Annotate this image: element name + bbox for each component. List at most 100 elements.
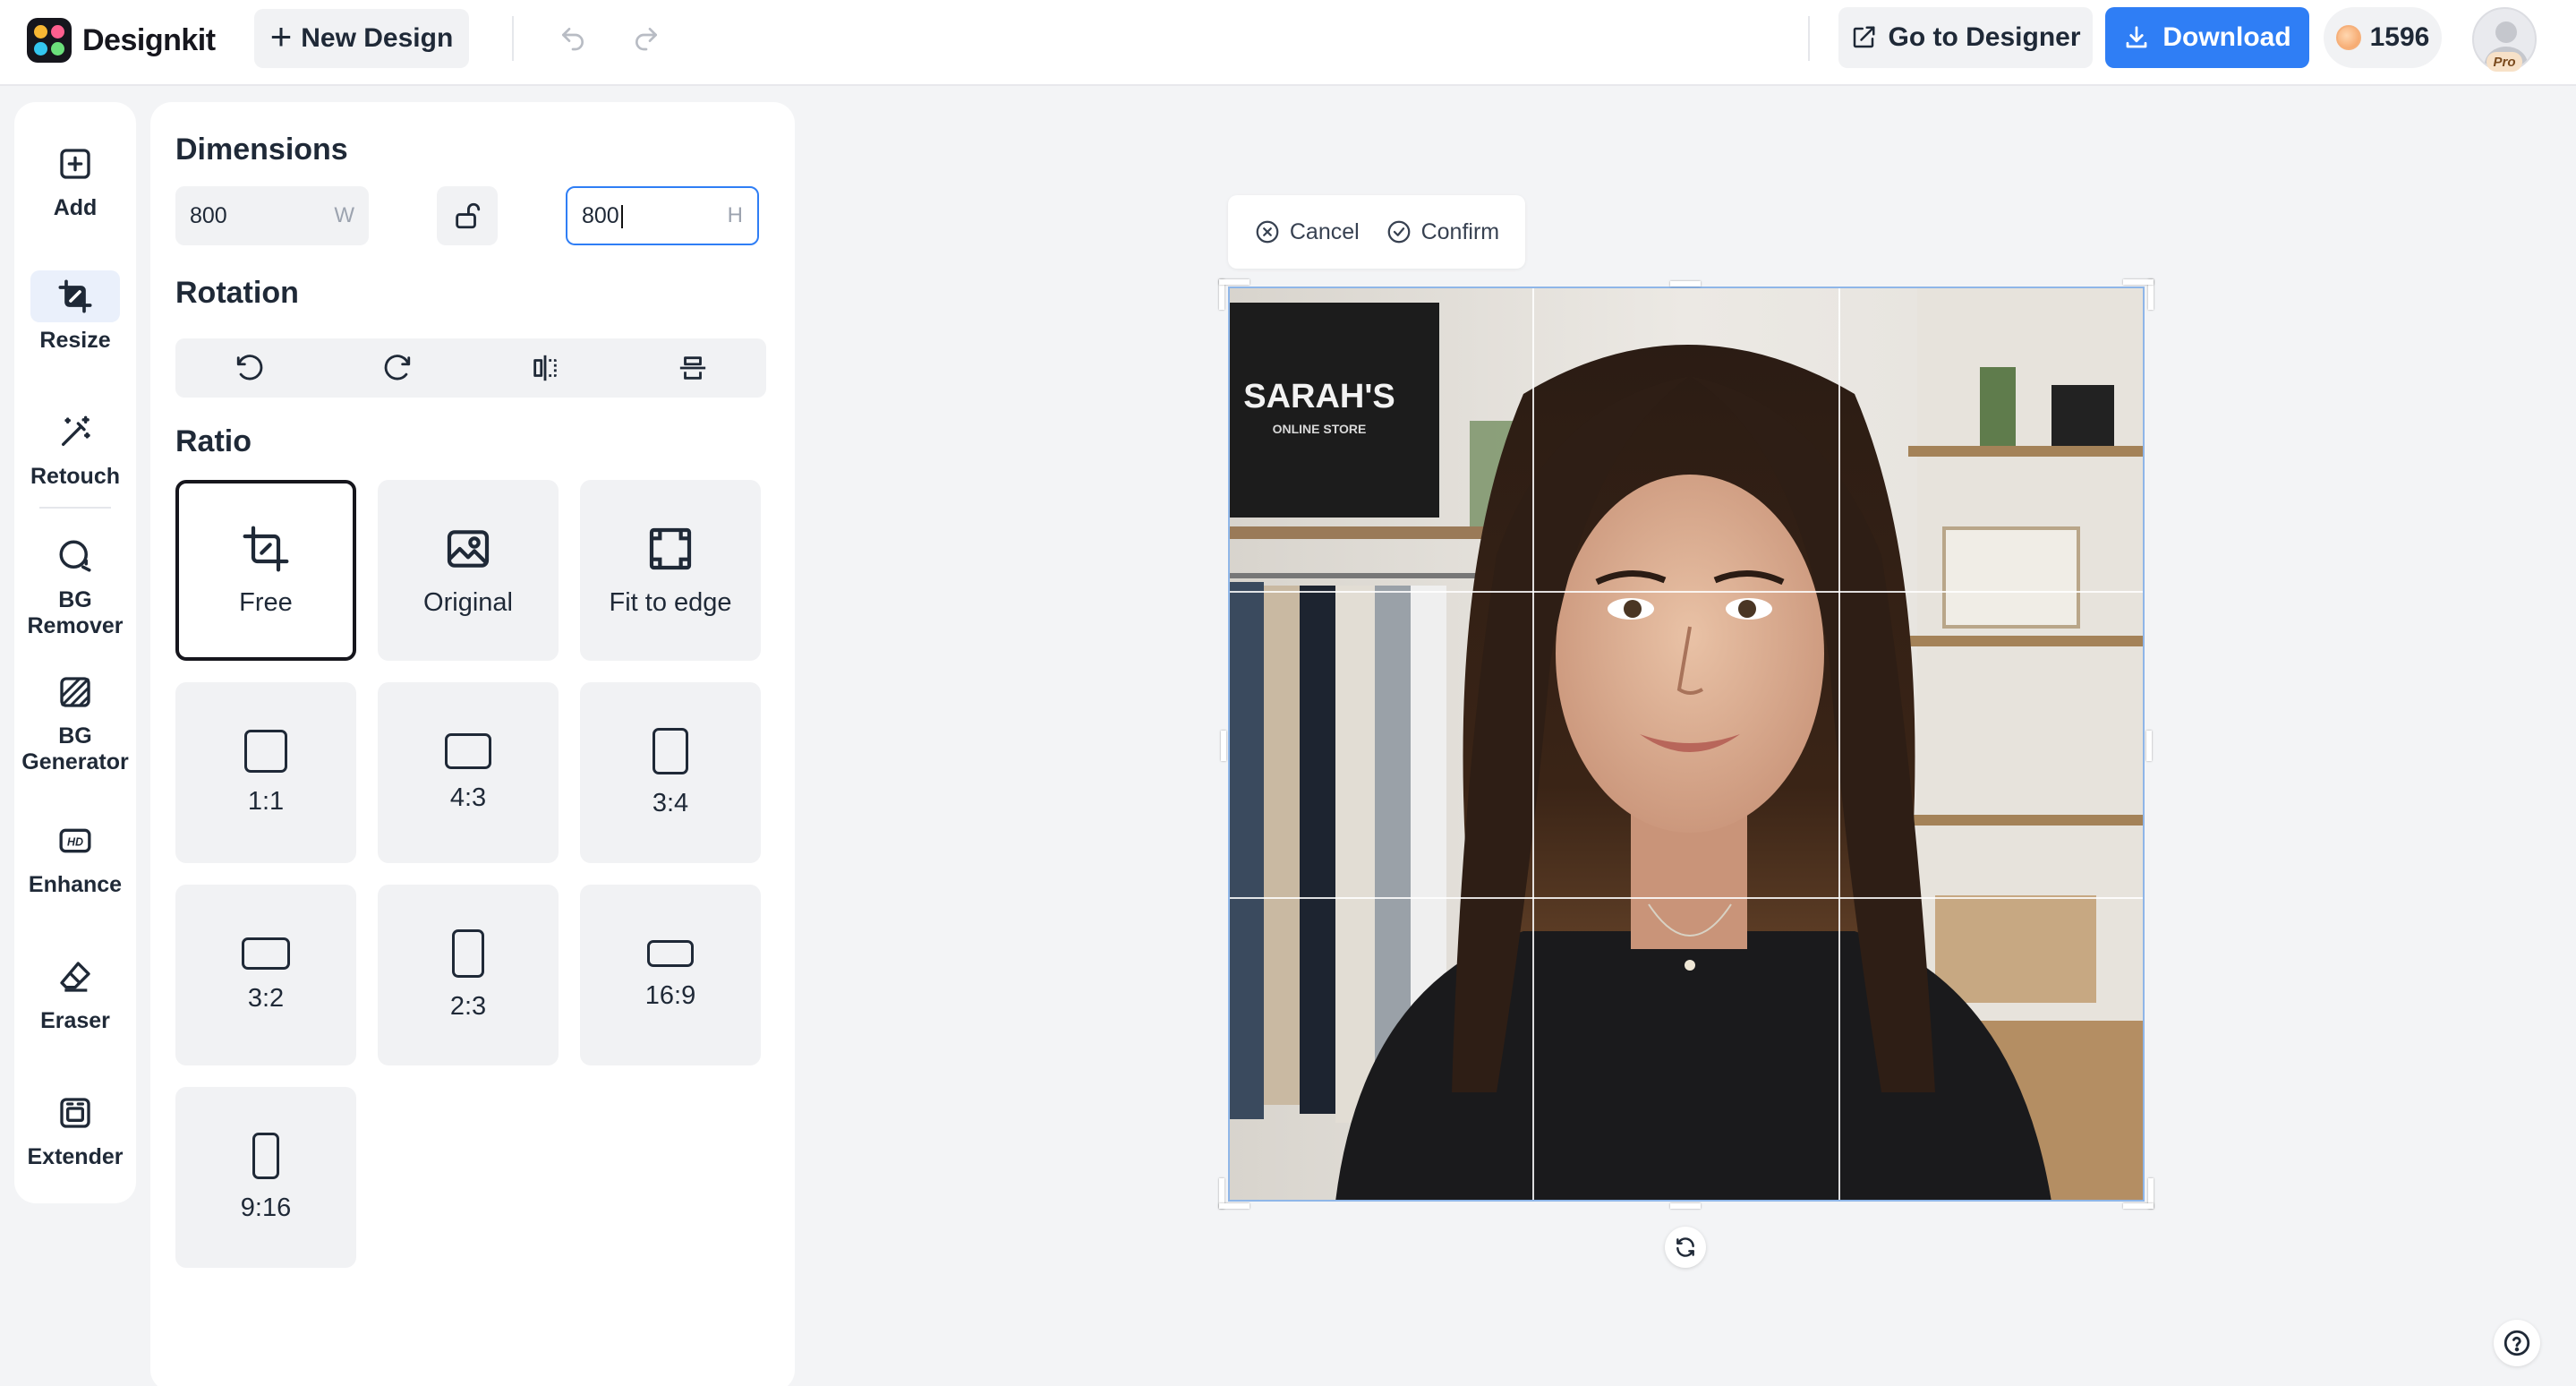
designkit-logo-icon <box>27 18 72 63</box>
crop-handle-bottom[interactable] <box>1670 1203 1701 1209</box>
sidebar-item-label: Retouch <box>30 464 120 489</box>
extender-icon <box>30 1087 120 1139</box>
crop-handle-left[interactable] <box>1221 731 1226 761</box>
ratio-label: 3:2 <box>247 983 285 1013</box>
pro-badge: Pro <box>2486 52 2522 72</box>
height-input[interactable]: 800 H <box>566 186 759 245</box>
new-design-label: New Design <box>301 23 454 53</box>
rotate-right-icon <box>384 355 410 381</box>
ratio-2-3[interactable]: 2:3 <box>378 885 559 1065</box>
ratio-label: 3:4 <box>652 788 689 817</box>
sidebar-item-extender[interactable]: Extender <box>14 1087 136 1170</box>
divider <box>1808 16 1810 61</box>
ratio-label: Free <box>239 587 293 617</box>
ratio-3-2[interactable]: 3:2 <box>175 885 356 1065</box>
check-circle-icon <box>1387 220 1410 244</box>
sidebar-item-label: Add <box>53 195 98 220</box>
sidebar-item-bg-generator[interactable]: BG Generator <box>14 666 136 775</box>
credits-count: 1596 <box>2369 22 2430 52</box>
magic-wand-icon <box>30 406 120 458</box>
edit-external-icon <box>1854 26 1875 48</box>
flip-vertical-icon <box>679 356 705 380</box>
rotate-left-icon <box>236 355 262 381</box>
sidebar-item-label: Enhance <box>28 872 123 897</box>
credits-badge[interactable]: 1596 <box>2324 7 2442 68</box>
svg-text:HD: HD <box>67 836 83 849</box>
confirm-label: Confirm <box>1420 218 1500 244</box>
cancel-button[interactable]: Cancel <box>1254 218 1360 245</box>
ratio-label: 4:3 <box>449 783 487 812</box>
eraser-icon <box>30 951 120 1003</box>
go-to-designer-button[interactable]: Go to Designer <box>1838 7 2093 68</box>
crop-handle-top-right[interactable] <box>2123 279 2154 285</box>
sidebar-item-resize[interactable]: Resize <box>14 270 136 354</box>
bg-remover-icon <box>30 530 120 582</box>
landscape-shape-icon <box>445 732 491 769</box>
ratio-4-3[interactable]: 4:3 <box>378 682 559 863</box>
width-input[interactable]: 800 W <box>175 186 369 245</box>
undo-button[interactable] <box>548 16 598 61</box>
flip-horizontal-icon <box>533 355 557 381</box>
hd-icon: HD <box>30 815 120 867</box>
download-label: Download <box>2162 22 2291 52</box>
square-shape-icon <box>244 729 287 773</box>
divider <box>512 16 514 61</box>
ratio-fit-to-edge[interactable]: Fit to edge <box>580 480 761 661</box>
ratio-3-4[interactable]: 3:4 <box>580 682 761 863</box>
close-circle-icon <box>1256 220 1279 244</box>
rotate-left-button[interactable] <box>223 341 277 395</box>
new-design-button[interactable]: + New Design <box>254 9 469 68</box>
sidebar-item-enhance[interactable]: HD Enhance <box>14 815 136 898</box>
sidebar-item-eraser[interactable]: Eraser <box>14 951 136 1034</box>
ratio-free[interactable]: Free <box>175 480 356 661</box>
crop-handle-top[interactable] <box>1670 281 1701 287</box>
portrait-shape-icon <box>452 928 484 978</box>
rotate-right-button[interactable] <box>371 341 424 395</box>
ratio-label: Original <box>423 587 513 617</box>
fit-to-edge-icon <box>649 527 692 569</box>
sidebar-item-label: Resize <box>39 328 111 353</box>
crop-frame[interactable] <box>1228 287 2145 1202</box>
crop-handle-bottom-right[interactable] <box>2123 1203 2154 1209</box>
crop-handle-top-left[interactable] <box>1219 279 1250 285</box>
logo[interactable]: Designkit <box>27 18 216 63</box>
sidebar-item-label: BG Remover <box>27 587 124 638</box>
ratio-1-1[interactable]: 1:1 <box>175 682 356 863</box>
portrait-shape-icon <box>653 727 688 774</box>
tool-sidebar: Add Resize Retouch BG Remover BG Generat… <box>14 102 136 1203</box>
ratio-original[interactable]: Original <box>378 480 559 661</box>
ratio-label: 1:1 <box>247 786 285 816</box>
crop-handle-bottom-left[interactable] <box>1219 1203 1250 1209</box>
flip-horizontal-button[interactable] <box>518 341 572 395</box>
width-value: 800 <box>190 202 227 228</box>
plus-square-icon <box>30 138 120 190</box>
confirm-button[interactable]: Confirm <box>1386 218 1500 245</box>
help-button[interactable] <box>2494 1320 2540 1366</box>
download-button[interactable]: Download <box>2105 7 2309 68</box>
aspect-lock-button[interactable] <box>437 186 498 245</box>
landscape-shape-icon <box>242 937 290 970</box>
bg-generator-icon <box>30 666 120 718</box>
ratio-title: Ratio <box>175 424 252 458</box>
sidebar-item-bg-remover[interactable]: BG Remover <box>14 530 136 639</box>
redo-icon <box>635 28 657 51</box>
ratio-label: 9:16 <box>240 1193 292 1222</box>
ratio-label: 2:3 <box>449 991 487 1021</box>
sidebar-item-add[interactable]: Add <box>14 138 136 221</box>
redo-button[interactable] <box>621 16 671 61</box>
flip-vertical-button[interactable] <box>666 341 720 395</box>
ratio-16-9[interactable]: 16:9 <box>580 885 761 1065</box>
rotation-title: Rotation <box>175 276 299 310</box>
crop-handle-right[interactable] <box>2146 731 2152 761</box>
sidebar-item-retouch[interactable]: Retouch <box>14 406 136 490</box>
coin-icon <box>2335 25 2361 50</box>
ratio-9-16[interactable]: 9:16 <box>175 1087 356 1268</box>
sidebar-item-label: BG Generator <box>21 723 129 774</box>
unlock-icon <box>456 202 481 229</box>
help-icon <box>2503 1330 2530 1356</box>
rotation-toolbar <box>175 338 766 398</box>
width-unit: W <box>334 203 354 227</box>
crop-toolbar: Cancel Confirm <box>1228 195 1525 269</box>
plus-icon: + <box>269 15 293 57</box>
rotate-handle[interactable] <box>1665 1227 1706 1268</box>
